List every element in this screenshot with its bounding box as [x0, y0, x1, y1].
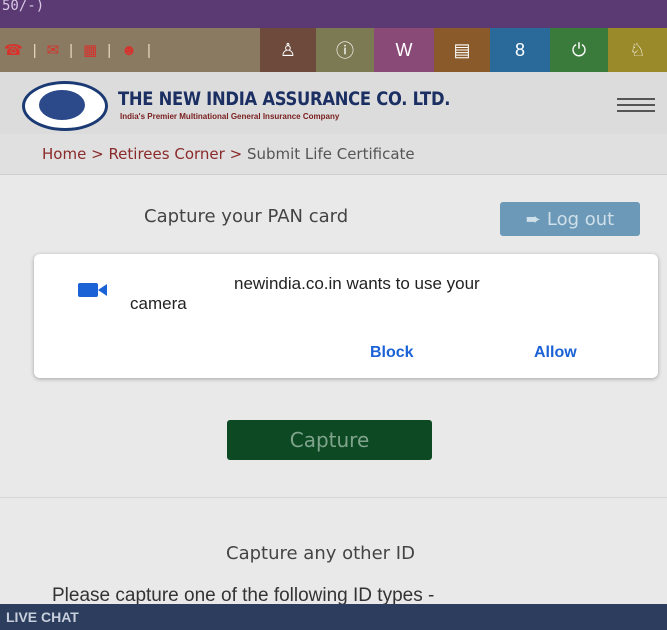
mail-icon[interactable]: ✉: [47, 41, 60, 59]
word-doc-icon[interactable]: W: [374, 28, 434, 72]
status-fragment: 50/-): [2, 0, 45, 14]
other-id-heading: Capture any other ID: [226, 543, 415, 564]
users-icon[interactable]: ♘: [608, 28, 667, 72]
breadcrumb-retirees[interactable]: Retirees Corner: [108, 145, 224, 163]
capture-button[interactable]: Capture: [227, 420, 432, 460]
breadcrumb-home[interactable]: Home: [42, 145, 86, 163]
pan-card-heading: Capture your PAN card: [144, 206, 349, 227]
logout-button[interactable]: ➨ Log out: [500, 202, 640, 236]
info-icon[interactable]: ⓘ: [316, 28, 374, 72]
allow-button[interactable]: Allow: [534, 344, 577, 362]
company-tagline: India's Premier Multinational General In…: [120, 112, 340, 121]
live-chat-bar[interactable]: LIVE CHAT: [0, 604, 667, 630]
fax-icon[interactable]: ▦: [83, 41, 97, 59]
status-bar: 50/-): [0, 0, 667, 28]
group-icon[interactable]: ♙: [260, 28, 316, 72]
permission-message-camera: camera: [130, 294, 187, 313]
contact-links: ☎ | ✉ | ▦ | ☻ |: [0, 28, 262, 72]
camera-icon: [78, 283, 107, 297]
link-icon[interactable]: 8: [490, 28, 550, 72]
user-icon[interactable]: ☻: [121, 42, 137, 59]
phone-icon[interactable]: ☎: [4, 41, 23, 59]
document-icon[interactable]: ▤: [434, 28, 490, 72]
logout-icon: ➨: [525, 208, 541, 230]
icon-toolbar: ☎ | ✉ | ▦ | ☻ | ♙ ⓘ W ▤ 8 ⏻ ♘: [0, 28, 667, 72]
menu-icon[interactable]: [617, 98, 655, 116]
breadcrumb-separator: >: [229, 145, 243, 163]
breadcrumb: Home > Retirees Corner > Submit Life Cer…: [0, 134, 667, 175]
camera-permission-dialog: newindia.co.in wants to use your camera …: [34, 254, 658, 378]
breadcrumb-separator: >: [91, 145, 104, 163]
site-header: THE NEW INDIA ASSURANCE CO. LTD. India's…: [0, 72, 667, 134]
lock-icon[interactable]: ⏻: [550, 28, 608, 72]
section-divider: [0, 497, 667, 498]
logout-label: Log out: [546, 208, 615, 230]
breadcrumb-current: Submit Life Certificate: [246, 145, 415, 163]
live-chat-label: LIVE CHAT: [6, 609, 79, 625]
block-button[interactable]: Block: [370, 344, 414, 362]
permission-message: newindia.co.in wants to use your: [234, 274, 480, 293]
company-name: THE NEW INDIA ASSURANCE CO. LTD.: [118, 88, 451, 110]
company-logo[interactable]: [22, 81, 108, 131]
